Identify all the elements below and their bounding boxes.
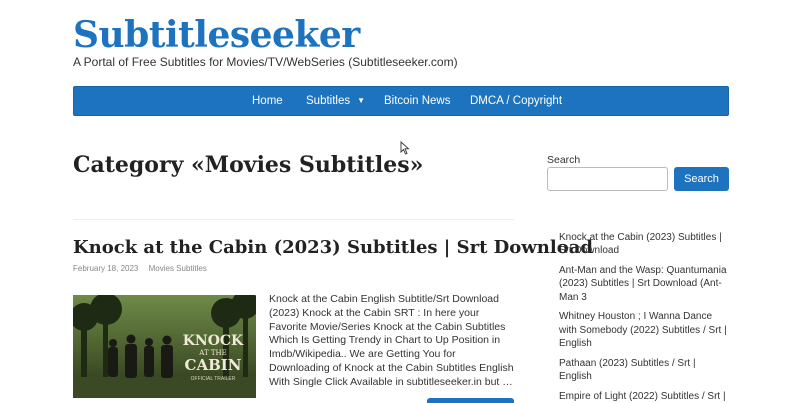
site-description: A Portal of Free Subtitles for Movies/TV…	[73, 55, 458, 69]
thumbnail-caption: OFFICIAL TRAILER	[191, 376, 236, 382]
nav-item-home[interactable]: Home	[252, 87, 283, 115]
main-navbar: Home Subtitles ▼ Bitcoin News DMCA / Copy…	[73, 86, 729, 116]
nav-item-subtitles[interactable]: Subtitles ▼	[306, 87, 365, 115]
nav-item-dmca[interactable]: DMCA / Copyright	[470, 87, 562, 115]
thumbnail-art: KNOCK AT THE CABIN OFFICIAL TRAILER	[73, 295, 256, 398]
post-category-link[interactable]: Movies Subtitles	[149, 264, 207, 273]
nav-item-label: DMCA / Copyright	[470, 95, 563, 107]
nav-item-bitcoin-news[interactable]: Bitcoin News	[384, 87, 450, 115]
page-title: Category «Movies Subtitles»	[73, 152, 424, 178]
read-more-button[interactable]	[427, 398, 514, 403]
post-excerpt: Knock at the Cabin English Subtitle/Srt …	[269, 293, 514, 388]
mouse-cursor-icon	[400, 141, 410, 155]
recent-posts-list: Knock at the Cabin (2023) Subtitles | Sr…	[559, 231, 731, 403]
nav-item-label: Home	[252, 95, 283, 107]
site-title[interactable]: Subtitleseeker	[73, 14, 360, 56]
recent-post-link[interactable]: Empire of Light (2022) Subtitles / Srt |	[559, 390, 731, 403]
post-date[interactable]: February 18, 2023	[73, 264, 138, 273]
search-input[interactable]	[547, 167, 668, 191]
recent-post-link[interactable]: Ant-Man and the Wasp: Quantumania (2023)…	[559, 264, 731, 304]
nav-item-label: Subtitles	[306, 95, 351, 107]
thumbnail-title: CABIN	[185, 356, 242, 374]
recent-post-link[interactable]: Pathaan (2023) Subtitles / Srt | English	[559, 357, 731, 384]
recent-post-link[interactable]: Knock at the Cabin (2023) Subtitles | Sr…	[559, 231, 731, 258]
post-thumbnail[interactable]: KNOCK AT THE CABIN OFFICIAL TRAILER	[73, 295, 256, 398]
post-meta: February 18, 2023 Movies Subtitles	[73, 264, 207, 274]
chevron-down-icon: ▼	[357, 96, 366, 105]
divider	[73, 219, 514, 220]
nav-item-label: Bitcoin News	[384, 95, 451, 107]
thumbnail-title: KNOCK	[183, 333, 244, 349]
search-label: Search	[547, 154, 581, 166]
search-button[interactable]: Search	[674, 167, 729, 191]
post-title-link[interactable]: Knock at the Cabin (2023) Subtitles | Sr…	[73, 235, 593, 261]
recent-post-link[interactable]: Whitney Houston ; I Wanna Dance with Som…	[559, 310, 731, 350]
